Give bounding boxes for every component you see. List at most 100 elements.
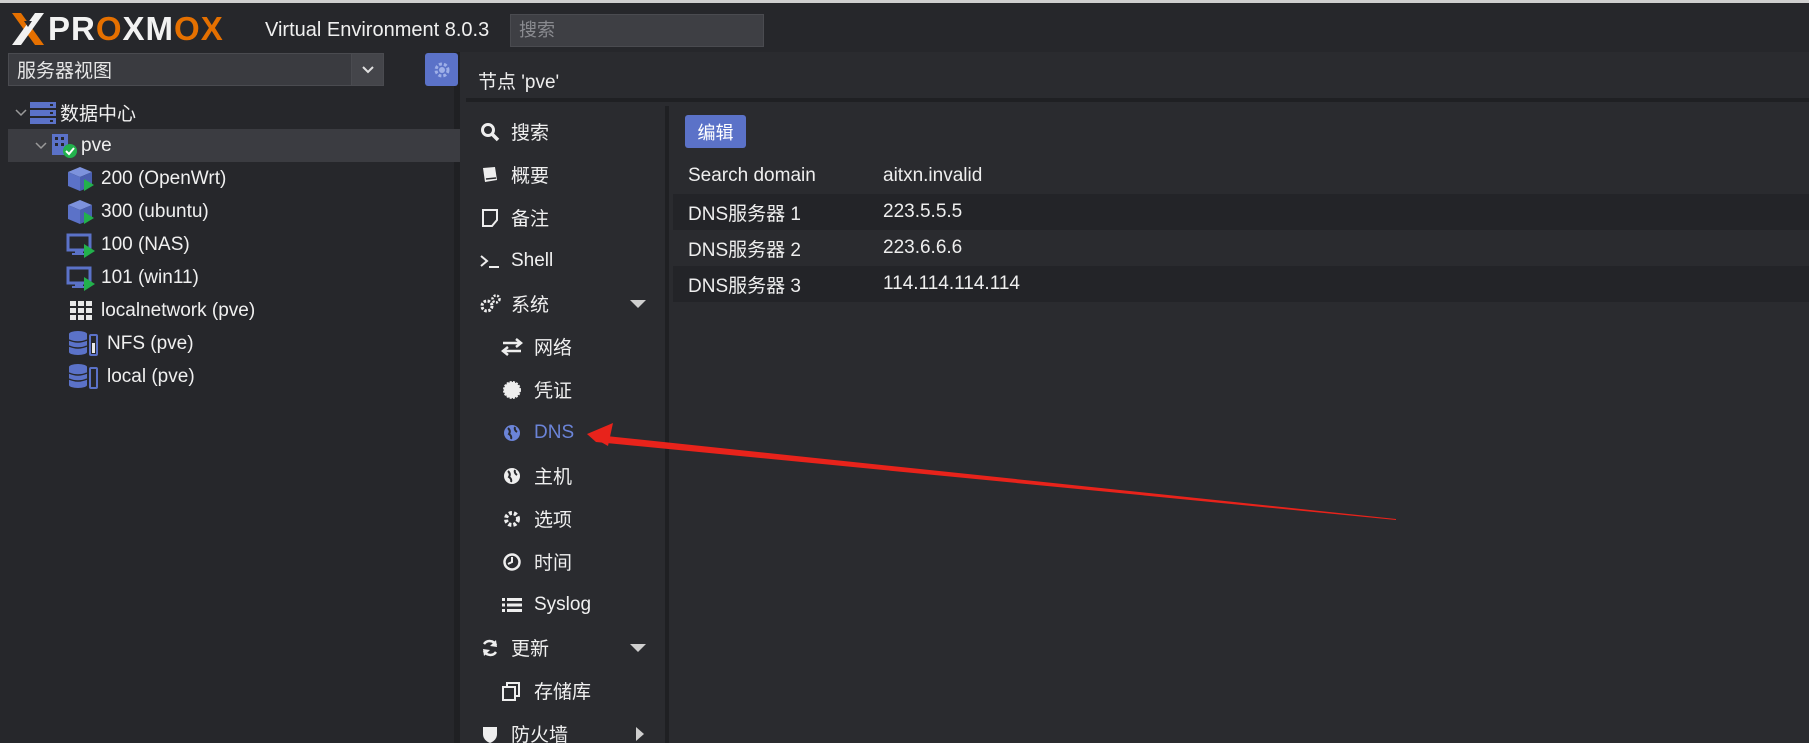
tree-item-label: 数据中心 bbox=[60, 104, 137, 125]
tree-settings-button[interactable] bbox=[425, 53, 458, 86]
cogs-icon bbox=[479, 293, 501, 315]
exchange-icon bbox=[501, 336, 523, 358]
nav-item-label: 时间 bbox=[534, 553, 573, 574]
dns-row-server-3[interactable]: DNS服务器 3 114.114.114.114 bbox=[673, 266, 1809, 302]
certificate-icon bbox=[501, 379, 523, 401]
resource-tree-pane: 服务器视图 数据中心 pve 200 (OpenWrt) 300 (ubuntu… bbox=[0, 52, 460, 743]
product-version: Virtual Environment 8.0.3 bbox=[265, 19, 490, 41]
dns-key: DNS服务器 2 bbox=[688, 239, 801, 261]
caret-down-icon[interactable] bbox=[630, 644, 646, 652]
content-header: 节点 'pve' bbox=[466, 52, 1809, 102]
tree-item-label: 200 (OpenWrt) bbox=[101, 167, 227, 189]
tree-item-label: pve bbox=[81, 134, 112, 156]
nav-item-certificates[interactable]: 凭证 bbox=[466, 368, 669, 411]
dns-row-search-domain[interactable]: Search domain aitxn.invalid bbox=[673, 158, 1809, 194]
vm-running-icon bbox=[66, 233, 95, 258]
nav-item-label: 存储库 bbox=[534, 682, 592, 703]
nav-item-updates[interactable]: 更新 bbox=[466, 626, 669, 669]
proxmox-logo[interactable]: PROXMOX bbox=[10, 10, 224, 47]
logo-wordmark: PROXMOX bbox=[48, 10, 224, 47]
view-selector-label: 服务器视图 bbox=[17, 61, 113, 82]
dns-panel: 编辑 Search domain aitxn.invalid DNS服务器 1 … bbox=[673, 106, 1809, 743]
globe-icon bbox=[501, 422, 523, 444]
dns-value: 223.5.5.5 bbox=[883, 201, 963, 222]
nav-item-syslog[interactable]: Syslog bbox=[466, 583, 669, 626]
dns-value: 114.114.114.114 bbox=[883, 273, 1020, 294]
nav-item-repositories[interactable]: 存储库 bbox=[466, 669, 669, 712]
chevron-down-icon[interactable] bbox=[34, 139, 48, 153]
storage-icon bbox=[68, 331, 98, 356]
view-selector[interactable]: 服务器视图 bbox=[8, 53, 384, 86]
nav-item-label: 防火墙 bbox=[511, 725, 569, 743]
refresh-icon bbox=[479, 637, 501, 659]
resource-tree: 数据中心 pve 200 (OpenWrt) 300 (ubuntu) 100 … bbox=[8, 96, 460, 393]
nav-item-label: Shell bbox=[511, 249, 554, 271]
nav-item-label: 概要 bbox=[511, 166, 550, 187]
gear-icon bbox=[434, 62, 449, 77]
tree-item-label: localnetwork (pve) bbox=[101, 299, 256, 321]
tree-item-sdn-localnetwork[interactable]: localnetwork (pve) bbox=[8, 294, 460, 327]
search-icon bbox=[479, 121, 501, 143]
chevron-down-icon[interactable] bbox=[14, 106, 28, 120]
dns-toolbar: 编辑 bbox=[673, 106, 1809, 152]
chevron-down-icon[interactable] bbox=[351, 54, 383, 85]
tree-item-storage-nfs[interactable]: NFS (pve) bbox=[8, 327, 460, 360]
nav-item-options[interactable]: 选项 bbox=[466, 497, 669, 540]
tree-item-label: 300 (ubuntu) bbox=[101, 200, 209, 222]
tree-item-datacenter[interactable]: 数据中心 bbox=[8, 96, 460, 129]
node-nav-menu: 搜索 概要 备注 Shell 系统 网络 凭证 DNS 主机 选项 时间 Sys… bbox=[466, 106, 669, 743]
storage-icon bbox=[68, 364, 98, 389]
container-running-icon bbox=[68, 200, 94, 224]
nav-item-system[interactable]: 系统 bbox=[466, 282, 669, 325]
dns-value: aitxn.invalid bbox=[883, 165, 983, 186]
dns-key: Search domain bbox=[688, 165, 816, 186]
nav-item-label: 选项 bbox=[534, 510, 573, 531]
clock-icon bbox=[501, 551, 523, 573]
nav-item-network[interactable]: 网络 bbox=[466, 325, 669, 368]
gear-icon bbox=[501, 508, 523, 530]
sdn-grid-icon bbox=[70, 301, 92, 320]
proxmox-x-icon bbox=[12, 13, 44, 45]
nav-item-notes[interactable]: 备注 bbox=[466, 196, 669, 239]
files-icon bbox=[501, 680, 523, 702]
nav-item-summary[interactable]: 概要 bbox=[466, 153, 669, 196]
caret-right-icon[interactable] bbox=[636, 727, 644, 741]
container-running-icon bbox=[68, 167, 94, 191]
page-title: 节点 'pve' bbox=[478, 72, 560, 93]
tree-item-ct-300[interactable]: 300 (ubuntu) bbox=[8, 195, 460, 228]
nav-item-label: Syslog bbox=[534, 593, 592, 615]
tree-item-node-pve[interactable]: pve bbox=[8, 129, 460, 162]
book-icon bbox=[479, 164, 501, 186]
top-bar: PROXMOX Virtual Environment 8.0.3 bbox=[0, 0, 1809, 52]
nav-item-time[interactable]: 时间 bbox=[466, 540, 669, 583]
nav-item-shell[interactable]: Shell bbox=[466, 239, 669, 282]
tree-item-ct-200[interactable]: 200 (OpenWrt) bbox=[8, 162, 460, 195]
datacenter-icon bbox=[30, 102, 56, 124]
nav-item-search[interactable]: 搜索 bbox=[466, 110, 669, 153]
nav-item-firewall[interactable]: 防火墙 bbox=[466, 712, 669, 743]
nav-item-label: 主机 bbox=[534, 467, 573, 488]
dns-value: 223.6.6.6 bbox=[883, 237, 963, 258]
tree-item-vm-100[interactable]: 100 (NAS) bbox=[8, 228, 460, 261]
nav-item-label: 网络 bbox=[534, 338, 573, 359]
tree-item-vm-101[interactable]: 101 (win11) bbox=[8, 261, 460, 294]
tree-item-label: NFS (pve) bbox=[107, 332, 194, 354]
global-search-input[interactable] bbox=[510, 14, 764, 47]
nav-item-dns[interactable]: DNS bbox=[466, 411, 669, 454]
nav-item-label: 搜索 bbox=[511, 123, 550, 144]
tree-item-label: 101 (win11) bbox=[101, 266, 199, 288]
globe-icon bbox=[501, 465, 523, 487]
dns-row-server-2[interactable]: DNS服务器 2 223.6.6.6 bbox=[673, 230, 1809, 266]
nav-item-label: DNS bbox=[534, 421, 575, 443]
nav-item-label: 凭证 bbox=[534, 381, 573, 402]
list-icon bbox=[501, 594, 523, 616]
vm-running-icon bbox=[66, 266, 95, 291]
nav-item-hosts[interactable]: 主机 bbox=[466, 454, 669, 497]
nav-item-label: 更新 bbox=[511, 639, 550, 660]
edit-button[interactable]: 编辑 bbox=[685, 115, 746, 148]
tree-item-storage-local[interactable]: local (pve) bbox=[8, 360, 460, 393]
dns-row-server-1[interactable]: DNS服务器 1 223.5.5.5 bbox=[673, 194, 1809, 230]
tree-item-label: local (pve) bbox=[107, 365, 195, 387]
caret-down-icon[interactable] bbox=[630, 300, 646, 308]
tree-item-label: 100 (NAS) bbox=[101, 233, 190, 255]
